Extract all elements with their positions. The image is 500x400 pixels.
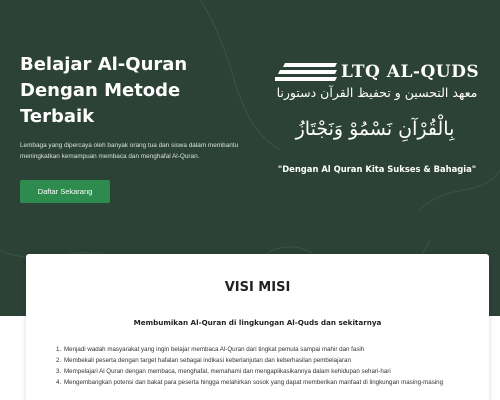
ltq-logo: LTQ AL-QUDS معهد التحسين و تحفيظ القرآن … (262, 62, 492, 100)
logo-arabic-subtitle: معهد التحسين و تحفيظ القرآن دستورنا (276, 85, 478, 100)
list-item-number: 3. (56, 368, 62, 375)
list-item: 4. Mengembangkan potensi dan bakat para … (56, 377, 466, 388)
logo-name: LTQ AL-QUDS (340, 62, 480, 82)
arabic-calligraphy: بِالْقُرْآنِ نَسْمُوْ وَنَجْتَازُ (295, 118, 455, 140)
list-item-text: Menjadi wadah masyarakat yang ingin bela… (64, 346, 365, 353)
logo-row: LTQ AL-QUDS (262, 62, 492, 82)
tagline: "Dengan Al Quran Kita Sukses & Bahagia" (277, 164, 477, 174)
list-item-text: Mempelajari Al Quran dengan membaca, men… (64, 368, 391, 375)
logo-stripes-icon (274, 63, 337, 81)
list-item: 3. Mempelajari Al Quran dengan membaca, … (56, 366, 466, 377)
list-item-number: 4. (56, 379, 62, 386)
list-item-text: Membekali peserta dengan target hafalan … (64, 357, 351, 364)
list-item-number: 1. (56, 346, 62, 353)
list-item-number: 2. (56, 357, 62, 364)
misi-list: 1. Menjadi wadah masyarakat yang ingin b… (56, 344, 466, 388)
list-item-text: Mengembangkan potensi dan bakat para pes… (64, 379, 444, 386)
list-item: 2. Membekali peserta dengan target hafal… (56, 355, 466, 366)
list-item: 1. Menjadi wadah masyarakat yang ingin b… (56, 344, 466, 355)
register-now-button[interactable]: Daftar Sekarang (20, 180, 110, 203)
hero-title: Belajar Al-Quran Dengan Metode Terbaik (20, 54, 188, 127)
visi-misi-card: VISI MISI Membumikan Al-Quran di lingkun… (26, 254, 489, 400)
visi-misi-title: VISI MISI (224, 280, 291, 295)
visi-misi-subtitle: Membumikan Al-Quran di lingkungan Al-Qud… (133, 318, 382, 327)
hero-description: Lembaga yang dipercaya oleh banyak orang… (20, 142, 239, 160)
